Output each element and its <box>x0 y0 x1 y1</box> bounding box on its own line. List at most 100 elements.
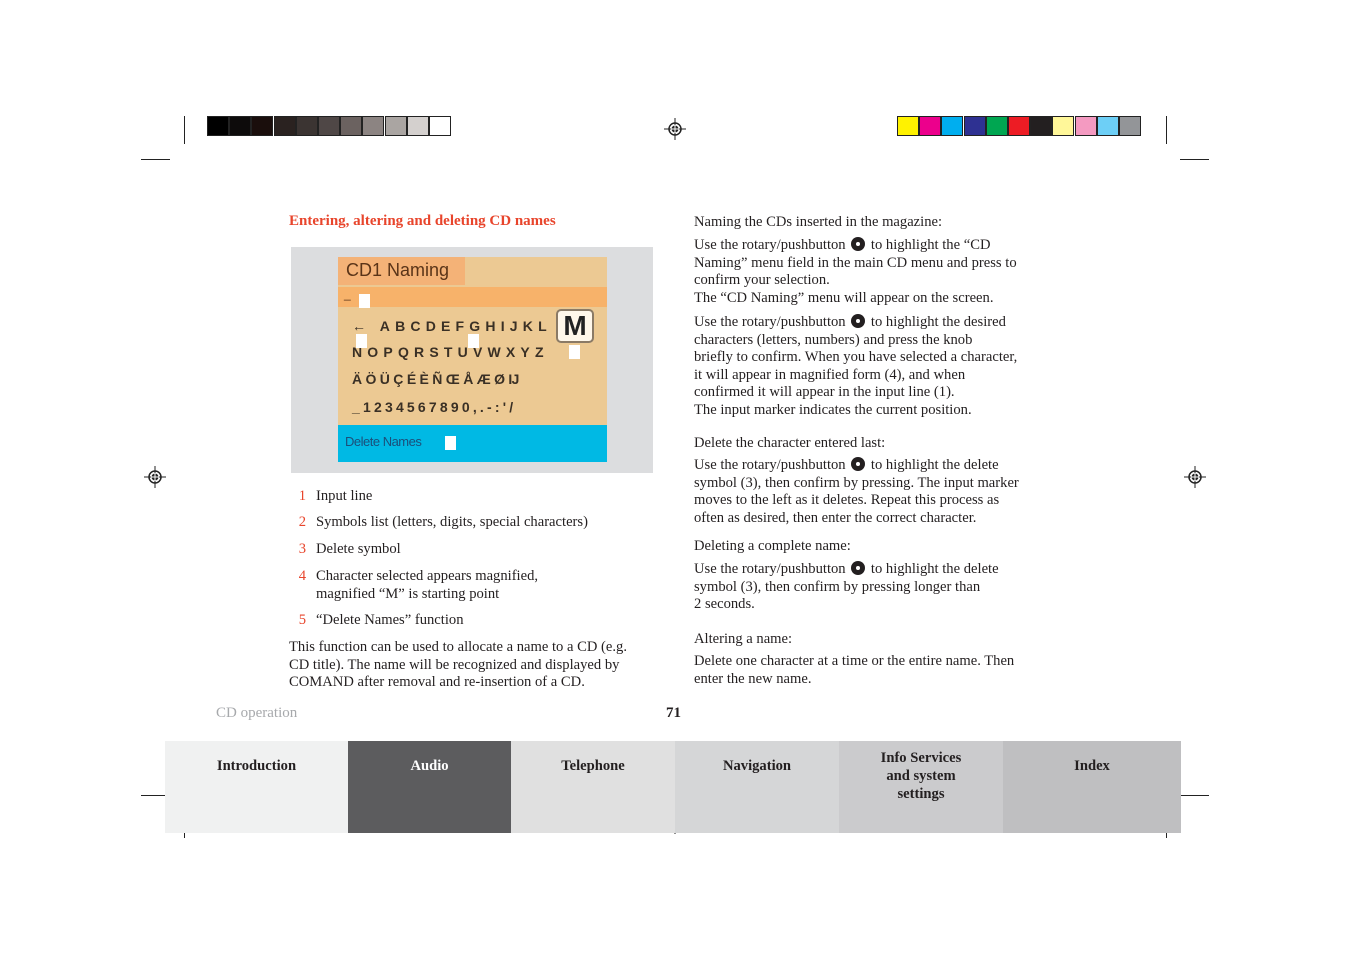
rotary-pushbutton-icon <box>851 457 866 471</box>
grayscale-swatch <box>295 116 318 136</box>
legend-item: 1 Input line <box>289 488 373 506</box>
legend-text: magnified “M” is starting point <box>316 585 500 602</box>
screen-title: CD1 Naming <box>346 260 450 280</box>
crop-mark <box>141 159 170 160</box>
legend-item: 4 Character selected appears magnified, <box>289 568 538 586</box>
legend-item: 2 Symbols list (letters, digits, special … <box>289 514 588 532</box>
callout-marker-3 <box>356 334 367 348</box>
color-swatch <box>985 116 1008 136</box>
instruction-text: Use the rotary/pushbutton <box>694 237 846 253</box>
color-swatch <box>919 116 942 136</box>
instruction-line: it will appear in magnified form (4), an… <box>694 366 966 383</box>
color-swatch <box>1119 116 1141 136</box>
tab-telephone[interactable]: Telephone <box>511 741 675 833</box>
legend-text: Input line <box>316 488 373 504</box>
callout-marker-2 <box>468 334 479 348</box>
color-swatch <box>1096 116 1119 136</box>
instruction-line: symbol (3), then confirm by pressing. Th… <box>694 474 1019 491</box>
color-swatch <box>897 116 919 136</box>
grayscale-swatch <box>251 116 274 136</box>
section-heading: Entering, altering and deleting CD names <box>289 213 556 229</box>
paragraph-line: This function can be used to allocate a … <box>289 639 627 655</box>
legend-number: 3 <box>298 541 306 557</box>
input-line: _ <box>338 287 607 307</box>
legend-number: 2 <box>298 514 306 530</box>
instruction-line: moves to the left as it deletes. Repeat … <box>694 492 1000 509</box>
grayscale-swatch <box>273 116 296 136</box>
symbols-row-4[interactable]: _1234567890,.-:'/ <box>352 399 516 415</box>
instruction-line: characters (letters, numbers) and press … <box>694 331 973 348</box>
registration-mark-icon <box>1184 466 1206 488</box>
cd-naming-screen: CD1 Naming _ ← ABCDEFGHIJKL M NOPQRSTUVW… <box>338 257 607 462</box>
rotary-pushbutton-icon <box>851 314 866 328</box>
instruction-line: often as desired, then enter the correct… <box>694 509 977 526</box>
callout-marker-4 <box>569 345 580 359</box>
tab-navigation[interactable]: Navigation <box>675 741 839 833</box>
symbols-row-2[interactable]: NOPQRSTUVWXYZ <box>352 344 549 360</box>
crop-mark <box>184 116 185 144</box>
instruction-line: Use the rotary/pushbutton to highlight t… <box>694 237 991 255</box>
registration-mark-icon <box>144 466 166 488</box>
instruction-line: The “CD Naming” menu will appear on the … <box>694 289 994 306</box>
grayscale-swatch <box>384 116 407 136</box>
symbols-row-1[interactable]: ← ABCDEFGHIJKL <box>352 318 552 334</box>
instruction-line: Use the rotary/pushbutton to highlight t… <box>694 457 999 475</box>
subheading: Deleting a complete name: <box>694 538 851 554</box>
crop-mark <box>1180 795 1209 796</box>
instruction-line: briefly to confirm. When you have select… <box>694 349 1018 366</box>
symbols-row-3[interactable]: ÄÖÜÇÉÈÑŒÅÆØĲ <box>352 371 523 387</box>
instruction-text: to highlight the “CD <box>870 237 991 253</box>
rotary-pushbutton-icon <box>851 561 866 575</box>
legend-number: 1 <box>298 488 306 504</box>
grayscale-swatch <box>406 116 429 136</box>
instruction-line: Delete one character at a time or the en… <box>694 653 1015 669</box>
grayscale-swatch <box>362 116 385 136</box>
callout-marker-1 <box>359 294 370 308</box>
grayscale-swatch <box>429 116 451 136</box>
legend-text: Character selected appears magnified, <box>316 568 539 584</box>
registration-mark-icon <box>664 118 686 140</box>
color-swatch <box>941 116 964 136</box>
legend-item: 3 Delete symbol <box>289 541 401 559</box>
callout-marker-5 <box>445 436 456 450</box>
screen-figure: CD1 Naming _ ← ABCDEFGHIJKL M NOPQRSTUVW… <box>291 247 653 473</box>
crop-mark <box>1180 159 1209 160</box>
instruction-line: Naming” menu field in the main CD menu a… <box>694 254 1017 271</box>
grayscale-swatch <box>229 116 252 136</box>
subheading: Naming the CDs inserted in the magazine: <box>694 214 943 230</box>
grayscale-swatch <box>318 116 340 136</box>
paragraph-line: COMAND after removal and re-insertion of… <box>289 674 585 691</box>
tab-index[interactable]: Index <box>1003 741 1181 833</box>
instruction-line: confirmed it will appear in the input li… <box>694 384 955 401</box>
legend-number: 4 <box>298 568 306 584</box>
page-number: 71 <box>666 705 681 721</box>
legend-text: “Delete Names” function <box>316 612 464 628</box>
tab-audio[interactable]: Audio <box>348 741 511 833</box>
color-swatch <box>963 116 986 136</box>
instruction-line: The input marker indicates the current p… <box>694 402 972 418</box>
legend-item: magnified “M” is starting point <box>316 586 499 604</box>
grayscale-swatch <box>207 116 229 136</box>
footer-section: CD operation <box>216 705 298 721</box>
legend-number: 5 <box>298 612 306 628</box>
instruction-text: Use the rotary/pushbutton <box>694 314 846 330</box>
magnified-character: M <box>556 309 594 343</box>
instruction-line: 2 seconds. <box>694 596 755 613</box>
color-swatch <box>1052 116 1075 136</box>
legend-item: 5 “Delete Names” function <box>289 612 464 630</box>
color-swatch <box>1008 116 1030 136</box>
color-swatch <box>1030 116 1053 136</box>
instruction-line: confirm your selection. <box>694 272 830 289</box>
subheading: Delete the character entered last: <box>694 435 886 451</box>
subheading: Altering a name: <box>694 631 793 647</box>
grayscale-swatch <box>340 116 363 136</box>
instruction-text: Use the rotary/pushbutton <box>694 561 846 577</box>
tab-introduction[interactable]: Introduction <box>165 741 348 833</box>
delete-names-bar[interactable]: Delete Names <box>338 425 607 462</box>
legend-text: Symbols list (letters, digits, special c… <box>316 514 588 530</box>
color-swatch <box>1074 116 1097 136</box>
instruction-text: to highlight the delete <box>870 561 999 577</box>
tab-info[interactable]: Info Services and system settings <box>839 741 1003 833</box>
instruction-text: to highlight the desired <box>870 314 1006 330</box>
instruction-line: Use the rotary/pushbutton to highlight t… <box>694 561 999 579</box>
